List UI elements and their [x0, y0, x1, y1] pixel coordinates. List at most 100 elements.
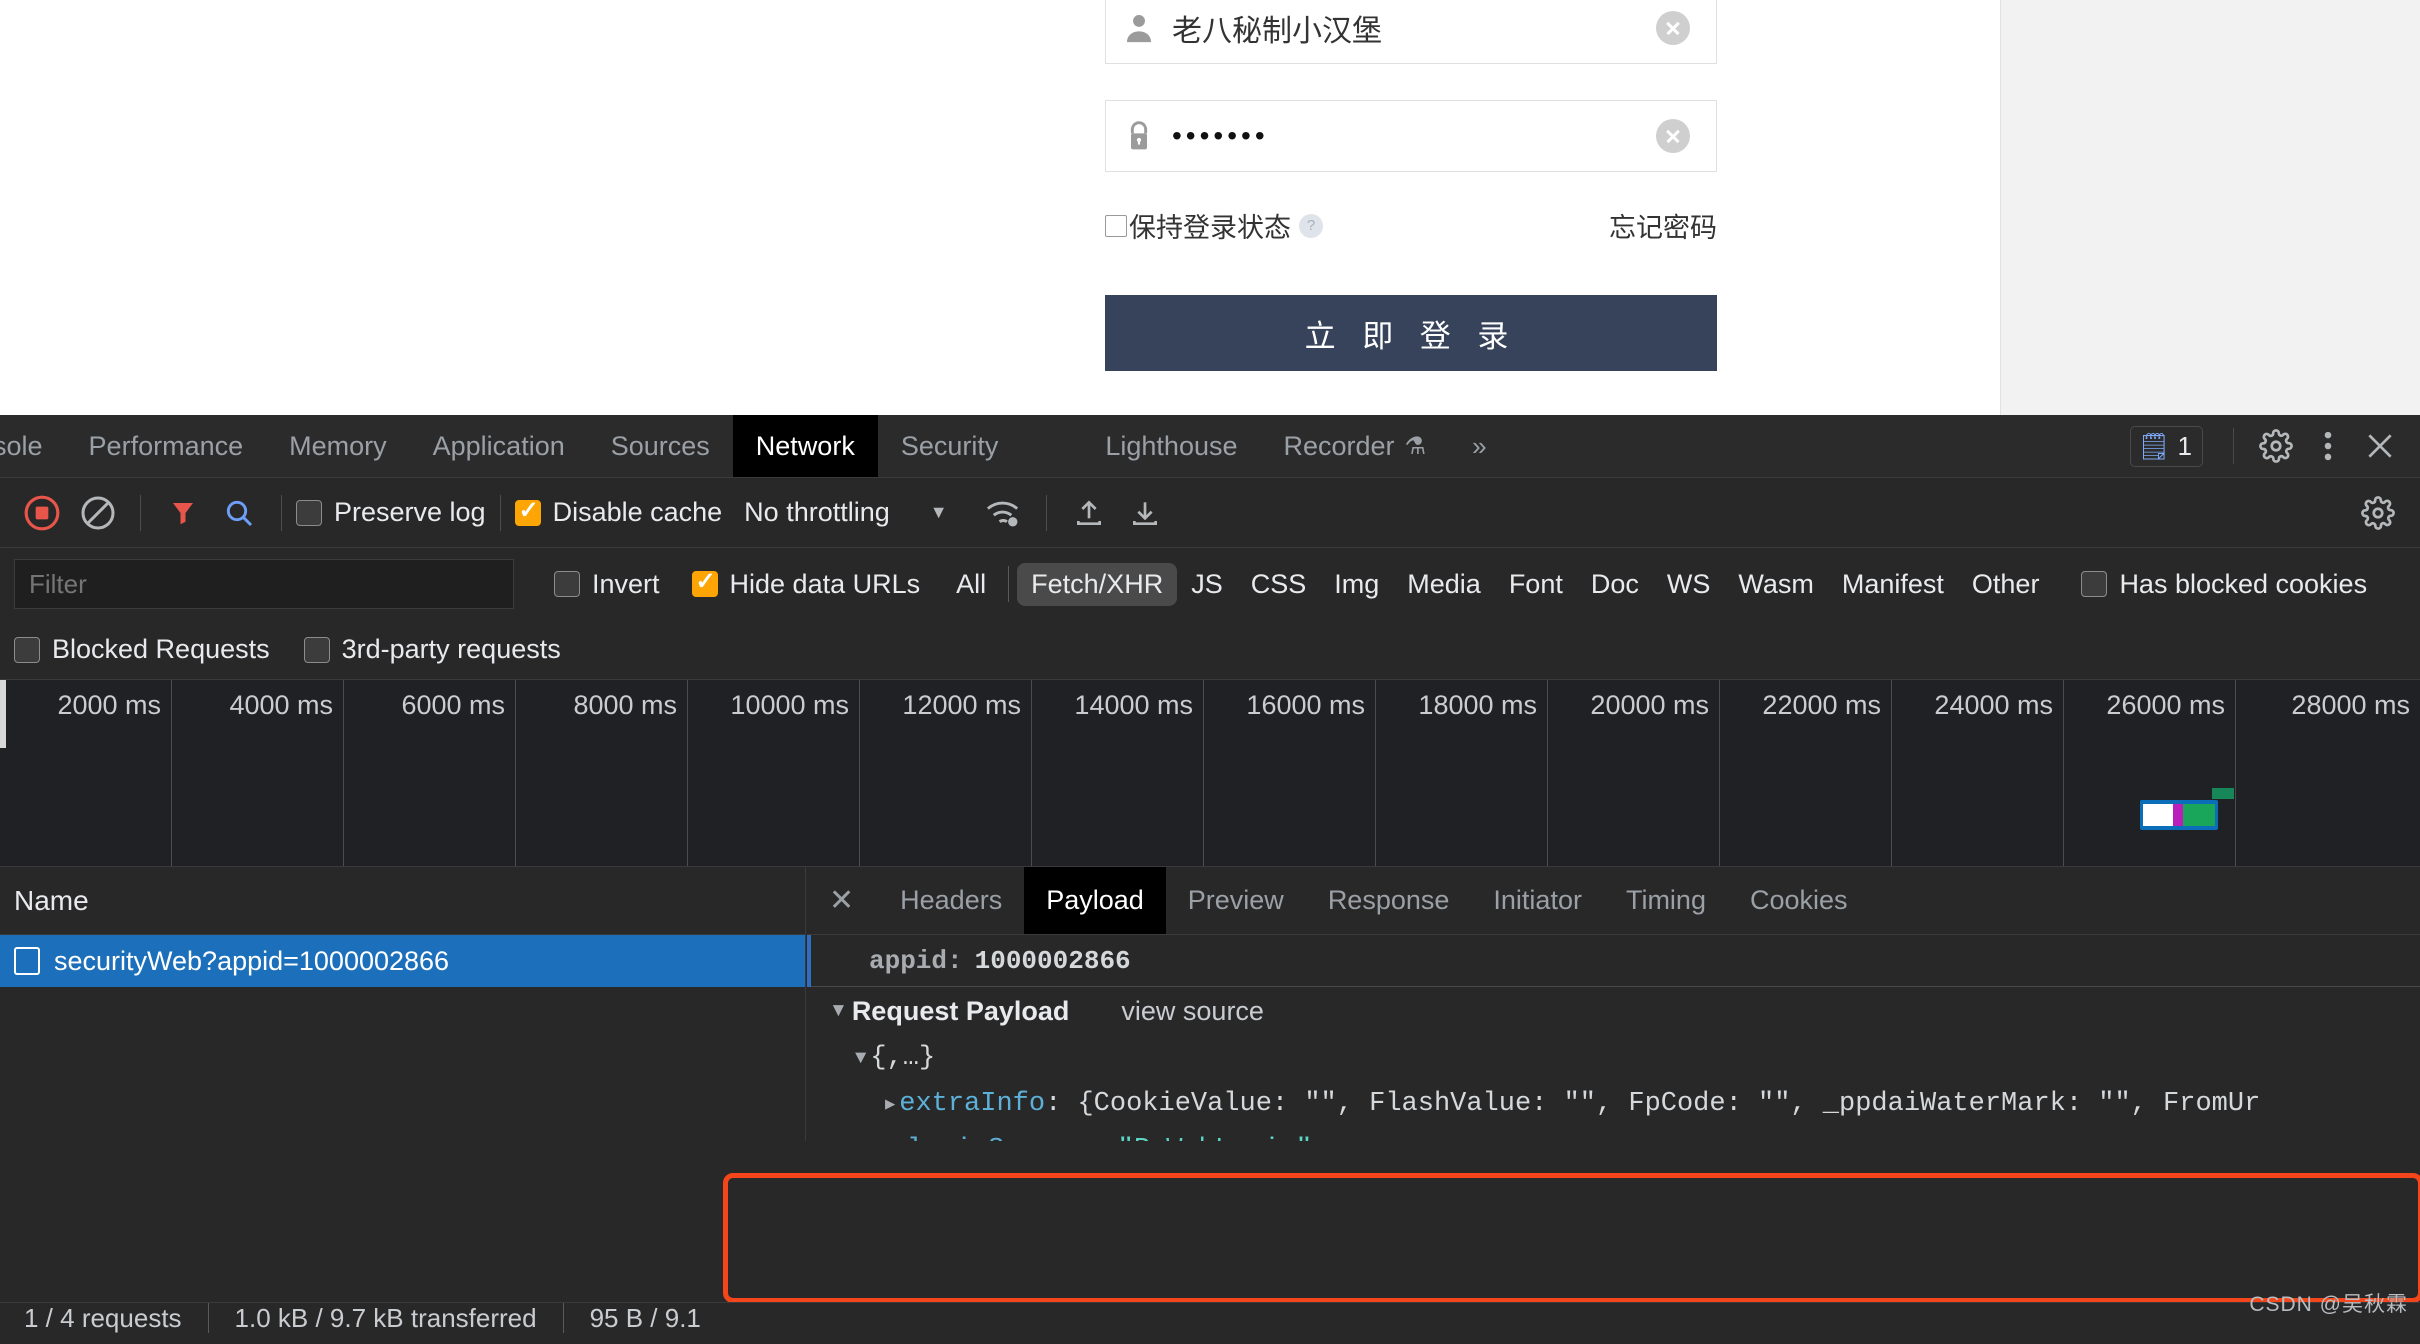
username-field[interactable]: 老八秘制小汉堡 — [1105, 0, 1717, 64]
clear-password-button[interactable] — [1656, 119, 1690, 153]
throttling-label: No throttling — [744, 497, 890, 527]
clear-username-button[interactable] — [1656, 11, 1690, 45]
payload-row-loginsource[interactable]: loginSource : "PcWebLogin" — [807, 1127, 2420, 1141]
network-toolbar: Preserve log Disable cache No throttling… — [0, 478, 2420, 548]
triangle-right-icon[interactable]: ▶ — [885, 1094, 895, 1115]
tab-recorder[interactable]: Recorder ⚗ — [1261, 415, 1450, 477]
tab-application[interactable]: Application — [410, 415, 588, 477]
third-party-requests-checkbox[interactable] — [303, 636, 330, 663]
filter-type-js[interactable]: JS — [1177, 563, 1237, 606]
has-blocked-cookies-checkbox[interactable] — [2081, 571, 2108, 597]
flask-icon: ⚗ — [1404, 432, 1427, 460]
preserve-log-checkbox-group[interactable]: Preserve log — [296, 497, 486, 528]
table-row[interactable]: securityWeb?appid=1000002866 — [0, 935, 805, 987]
detail-tab-response[interactable]: Response — [1306, 867, 1472, 934]
request-payload-section-header[interactable]: ▼ Request Payload view source — [807, 987, 2420, 1035]
preserve-log-checkbox[interactable] — [296, 499, 322, 526]
network-settings-gear-icon[interactable] — [2350, 485, 2406, 541]
tab-performance[interactable]: Performance — [66, 415, 267, 477]
tab-console[interactable]: nsole — [0, 415, 66, 477]
tab-lighthouse[interactable]: Lighthouse — [1021, 415, 1260, 477]
search-icon[interactable] — [211, 485, 267, 541]
network-conditions-icon[interactable] — [976, 485, 1032, 541]
filter-type-all[interactable]: All — [942, 563, 1000, 606]
blocked-requests-checkbox[interactable] — [14, 636, 40, 663]
payload-row-extrainfo[interactable]: ▶ extraInfo : {CookieValue: "", FlashVal… — [807, 1081, 2420, 1127]
third-party-requests-label: 3rd-party requests — [341, 634, 561, 664]
triangle-down-icon[interactable]: ▼ — [829, 1000, 848, 1022]
filter-type-css[interactable]: CSS — [1237, 563, 1321, 606]
detail-tab-payload[interactable]: Payload — [1024, 867, 1166, 934]
filter-type-wasm[interactable]: Wasm — [1724, 563, 1828, 606]
has-blocked-cookies-checkbox-group[interactable]: Has blocked cookies — [2081, 569, 2367, 600]
close-devtools-icon[interactable] — [2354, 420, 2406, 472]
import-har-icon[interactable] — [1061, 485, 1117, 541]
view-source-link[interactable]: view source — [1121, 996, 1264, 1027]
tab-console-label: nsole — [0, 430, 43, 461]
filter-type-media[interactable]: Media — [1393, 563, 1495, 606]
timeline-tick: 4000 ms — [172, 680, 344, 866]
filter-type-font[interactable]: Font — [1495, 563, 1577, 606]
filter-type-img[interactable]: Img — [1320, 563, 1393, 606]
detail-tab-cookies[interactable]: Cookies — [1728, 867, 1870, 934]
password-field[interactable]: ••••••• — [1105, 100, 1717, 172]
hide-data-urls-checkbox[interactable] — [691, 567, 718, 597]
export-har-icon[interactable] — [1117, 485, 1173, 541]
password-value: ••••••• — [1172, 120, 1269, 151]
console-message-badge[interactable]: 🗒 1 — [2129, 425, 2203, 467]
record-stop-icon[interactable] — [14, 485, 70, 541]
detail-tab-headers[interactable]: Headers — [878, 867, 1024, 934]
filter-type-manifest[interactable]: Manifest — [1828, 563, 1958, 606]
filter-type-ws[interactable]: WS — [1653, 563, 1725, 606]
detail-tab-initiator[interactable]: Initiator — [1471, 867, 1604, 934]
filter-funnel-icon[interactable] — [155, 485, 211, 541]
timeline-tick: 28000 ms — [2291, 690, 2410, 720]
filter-type-fetch-xhr[interactable]: Fetch/XHR — [1017, 562, 1178, 606]
timeline-request-bar[interactable] — [2140, 800, 2218, 830]
request-list-column-header[interactable]: Name — [0, 867, 805, 935]
network-timeline-overview[interactable]: 2000 ms 4000 ms 6000 ms 8000 ms 10000 ms… — [0, 680, 2420, 867]
tab-sources[interactable]: Sources — [588, 415, 733, 477]
third-party-requests-checkbox-group[interactable]: 3rd-party requests — [303, 634, 561, 665]
more-options-icon[interactable] — [2302, 420, 2354, 472]
login-options-row: 保持登录状态 ? 忘记密码 — [1105, 206, 1717, 245]
tab-security[interactable]: Security — [878, 415, 1022, 477]
forgot-password-link[interactable]: 忘记密码 — [1609, 206, 1717, 245]
close-detail-icon[interactable]: ✕ — [807, 867, 878, 934]
filter-type-other[interactable]: Other — [1958, 563, 2054, 606]
login-button[interactable]: 立 即 登 录 — [1105, 295, 1717, 371]
divider — [1008, 566, 1010, 602]
detail-tab-preview[interactable]: Preview — [1166, 867, 1306, 934]
filter-input[interactable] — [14, 559, 514, 609]
payload-body: appid: 1000002866 ▼ Request Payload view… — [807, 935, 2420, 1141]
blocked-requests-checkbox-group[interactable]: Blocked Requests — [14, 634, 270, 665]
tab-network[interactable]: Network — [732, 415, 878, 477]
disable-cache-checkbox[interactable] — [514, 496, 541, 526]
settings-gear-icon[interactable] — [2250, 420, 2302, 472]
invert-checkbox-group[interactable]: Invert — [554, 569, 660, 600]
tab-memory[interactable]: Memory — [266, 415, 410, 477]
hide-data-urls-checkbox-group[interactable]: Hide data URLs — [691, 567, 920, 600]
disable-cache-checkbox-group[interactable]: Disable cache — [514, 496, 722, 528]
has-blocked-cookies-label: Has blocked cookies — [2119, 568, 2368, 599]
divider — [499, 494, 501, 531]
help-icon[interactable]: ? — [1299, 213, 1323, 238]
detail-tab-timing[interactable]: Timing — [1604, 867, 1728, 934]
payload-root-node[interactable]: ▼ {,…} — [807, 1035, 2420, 1081]
keep-logged-in-checkbox[interactable] — [1105, 214, 1127, 237]
keep-logged-in-group[interactable]: 保持登录状态 ? — [1105, 206, 1323, 245]
triangle-down-icon[interactable]: ▼ — [855, 1047, 866, 1069]
filter-type-doc[interactable]: Doc — [1577, 563, 1653, 606]
more-tabs-button[interactable]: » — [1449, 415, 1509, 477]
invert-checkbox[interactable] — [554, 571, 580, 597]
chevron-double-right-icon: » — [1472, 430, 1487, 461]
devtools-tabbar-actions: 🗒 1 — [2129, 415, 2420, 477]
throttling-dropdown[interactable]: No throttling ▼ — [744, 497, 947, 528]
request-payload-title: Request Payload — [851, 995, 1070, 1026]
tab-security-label: Security — [900, 430, 999, 461]
timeline-segment-download — [2183, 804, 2215, 826]
payload-value: {CookieValue: "", FlashValue: "", FpCode… — [1077, 1089, 2261, 1119]
clear-network-log-icon[interactable] — [70, 485, 126, 541]
tab-performance-label: Performance — [88, 430, 244, 461]
web-page-viewport: 老八秘制小汉堡 ••••••• 保持登录状态 ? 忘记密码 立 即 登 录 — [0, 0, 2420, 415]
